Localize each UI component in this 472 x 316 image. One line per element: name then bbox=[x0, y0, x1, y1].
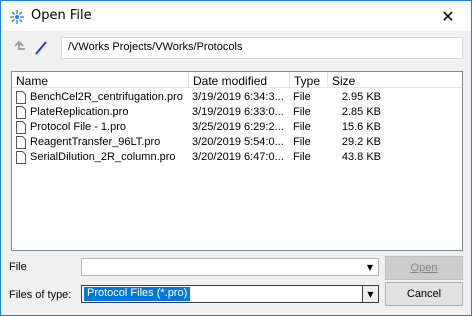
file-row[interactable]: ReagentTransfer_96LT.pro 3/20/2019 5:54:… bbox=[12, 135, 462, 150]
file-size: 2.95 KB bbox=[341, 91, 381, 103]
file-type: File bbox=[293, 106, 311, 118]
file-row[interactable]: BenchCel2R_centrifugation.pro 3/19/2019 … bbox=[12, 90, 462, 105]
close-button[interactable]: ✕ bbox=[425, 1, 471, 31]
file-date: 3/20/2019 5:54:0... bbox=[192, 136, 284, 148]
files-of-type-label: Files of type: bbox=[9, 289, 72, 301]
file-date: 3/25/2019 6:29:2... bbox=[192, 121, 284, 133]
file-type: File bbox=[293, 151, 311, 163]
cancel-button[interactable]: Cancel bbox=[385, 282, 463, 306]
file-list[interactable]: Name Date modified Type Size BenchCel2R_… bbox=[11, 71, 463, 251]
file-icon bbox=[16, 121, 26, 134]
column-header-size[interactable]: Size bbox=[328, 72, 462, 88]
file-type: File bbox=[293, 91, 311, 103]
toolbar: /VWorks Projects/VWorks/Protocols bbox=[1, 31, 471, 65]
file-name-combo[interactable]: ▼ bbox=[81, 258, 379, 276]
open-button-label: Open bbox=[410, 262, 438, 274]
file-icon bbox=[16, 151, 26, 164]
file-size: 2.85 KB bbox=[341, 106, 381, 118]
file-name-value bbox=[84, 260, 90, 274]
file-row[interactable]: PlateReplication.pro 3/19/2019 6:33:0...… bbox=[12, 105, 462, 120]
file-name: Protocol File - 1.pro bbox=[30, 121, 126, 133]
file-size: 29.2 KB bbox=[341, 136, 381, 148]
file-name: SerialDilution_2R_column.pro bbox=[30, 151, 176, 163]
slash-icon[interactable] bbox=[33, 40, 49, 56]
path-text: /VWorks Projects/VWorks/Protocols bbox=[68, 41, 243, 53]
column-header-date[interactable]: Date modified bbox=[189, 72, 290, 88]
app-icon bbox=[10, 10, 24, 24]
file-name: PlateReplication.pro bbox=[30, 106, 129, 118]
file-name: BenchCel2R_centrifugation.pro bbox=[30, 91, 183, 103]
file-row[interactable]: Protocol File - 1.pro 3/25/2019 6:29:2..… bbox=[12, 120, 462, 135]
window-title: Open File bbox=[31, 8, 92, 23]
file-size: 43.8 KB bbox=[341, 151, 381, 163]
file-name: ReagentTransfer_96LT.pro bbox=[30, 136, 161, 148]
file-type-value: Protocol Files (*.pro) bbox=[84, 287, 191, 301]
cancel-button-label: Cancel bbox=[406, 288, 442, 300]
file-label: File bbox=[9, 261, 27, 273]
file-icon bbox=[16, 106, 26, 119]
open-file-dialog: Open File ✕ /VWorks Projects/VWorks/Prot… bbox=[0, 0, 472, 316]
column-header-name[interactable]: Name bbox=[12, 72, 189, 88]
close-icon: ✕ bbox=[441, 6, 455, 26]
file-date: 3/20/2019 6:47:0... bbox=[192, 151, 284, 163]
file-type-select[interactable]: Protocol Files (*.pro) ▼ bbox=[81, 285, 379, 303]
up-arrow-icon[interactable] bbox=[11, 40, 27, 56]
open-button[interactable]: Open bbox=[385, 256, 463, 280]
file-type: File bbox=[293, 121, 311, 133]
file-date: 3/19/2019 6:34:3... bbox=[192, 91, 284, 103]
file-date: 3/19/2019 6:33:0... bbox=[192, 106, 284, 118]
file-icon bbox=[16, 91, 26, 104]
file-type: File bbox=[293, 136, 311, 148]
column-header-type[interactable]: Type bbox=[290, 72, 328, 88]
file-icon bbox=[16, 136, 26, 149]
title-bar: Open File ✕ bbox=[1, 1, 471, 31]
chevron-down-icon[interactable]: ▼ bbox=[362, 259, 378, 275]
path-field[interactable]: /VWorks Projects/VWorks/Protocols bbox=[61, 37, 463, 59]
chevron-down-icon[interactable]: ▼ bbox=[362, 286, 378, 302]
file-row[interactable]: SerialDilution_2R_column.pro 3/20/2019 6… bbox=[12, 150, 462, 165]
file-size: 15.6 KB bbox=[341, 121, 381, 133]
